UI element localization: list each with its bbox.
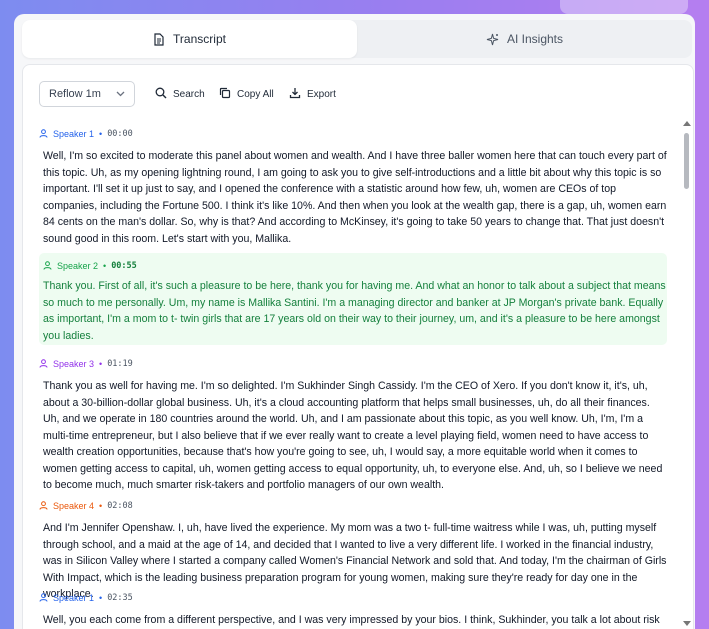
timestamp[interactable]: 00:55 (111, 261, 137, 271)
sparkle-icon (486, 33, 499, 46)
transcript-panel: Transcript AI Insights Reflow 1m Search (14, 14, 695, 629)
export-label: Export (307, 88, 336, 100)
scrollbar-thumb[interactable] (684, 133, 689, 189)
chevron-down-icon (116, 88, 125, 100)
speaker-label[interactable]: Speaker 1 (53, 129, 94, 139)
document-icon (153, 32, 165, 46)
copy-all-button[interactable]: Copy All (219, 81, 274, 107)
transcript-entry-highlighted: Speaker 2 • 00:55 Thank you. First of al… (39, 253, 667, 345)
export-button[interactable]: Export (289, 81, 336, 107)
entry-meta: Speaker 1 • 00:00 (39, 127, 667, 141)
transcript-entry: Speaker 3 • 01:19 Thank you as well for … (39, 357, 667, 494)
search-label: Search (173, 88, 205, 100)
speaker-label[interactable]: Speaker 3 (53, 359, 94, 369)
entry-meta: Speaker 2 • 00:55 (39, 253, 667, 273)
scrollbar[interactable] (679, 117, 693, 629)
reflow-select[interactable]: Reflow 1m (39, 81, 135, 107)
copy-all-label: Copy All (237, 88, 274, 100)
toolbar: Reflow 1m Search Copy All Export (23, 65, 693, 109)
copy-icon (219, 87, 231, 102)
transcript-card: Reflow 1m Search Copy All Export Speaker… (22, 64, 694, 629)
tab-ai-insights[interactable]: AI Insights (357, 20, 692, 58)
timestamp[interactable]: 00:00 (107, 129, 133, 139)
entry-text: Thank you as well for having me. I'm so … (43, 380, 663, 491)
reflow-select-value: Reflow 1m (49, 88, 101, 100)
search-icon (155, 87, 167, 102)
user-icon (39, 500, 48, 512)
scroll-up-arrow-icon[interactable] (683, 121, 691, 126)
speaker-label[interactable]: Speaker 1 (53, 593, 94, 603)
timestamp[interactable]: 02:35 (107, 593, 133, 603)
search-button[interactable]: Search (155, 81, 205, 107)
window-top-tab (560, 0, 688, 14)
speaker-label[interactable]: Speaker 4 (53, 501, 94, 511)
entry-meta: Speaker 1 • 02:35 (39, 591, 667, 605)
download-icon (289, 87, 301, 102)
entry-text: Well, I'm so excited to moderate this pa… (43, 150, 667, 245)
entry-meta: Speaker 3 • 01:19 (39, 357, 667, 371)
user-icon (39, 128, 48, 140)
user-icon (43, 260, 52, 272)
entry-text: Thank you. First of all, it's such a ple… (43, 280, 666, 342)
transcript-entry: Speaker 1 • 02:35 Well, you each come fr… (39, 591, 667, 629)
entry-meta: Speaker 4 • 02:08 (39, 499, 667, 513)
tab-bar: Transcript AI Insights (22, 20, 692, 58)
speaker-label[interactable]: Speaker 2 (57, 261, 98, 271)
timestamp[interactable]: 02:08 (107, 501, 133, 511)
transcript-entry: Speaker 1 • 00:00 Well, I'm so excited t… (39, 127, 667, 247)
transcript-list: Speaker 1 • 00:00 Well, I'm so excited t… (23, 117, 679, 629)
tab-ai-insights-label: AI Insights (506, 32, 564, 46)
timestamp[interactable]: 01:19 (107, 359, 133, 369)
tab-transcript-label: Transcript (173, 32, 226, 46)
transcript-entry: Speaker 4 • 02:08 And I'm Jennifer Opens… (39, 499, 667, 603)
scroll-down-arrow-icon[interactable] (683, 621, 691, 626)
user-icon (39, 592, 48, 604)
entry-text: Well, you each come from a different per… (43, 614, 660, 626)
tab-transcript[interactable]: Transcript (22, 20, 357, 58)
user-icon (39, 358, 48, 370)
